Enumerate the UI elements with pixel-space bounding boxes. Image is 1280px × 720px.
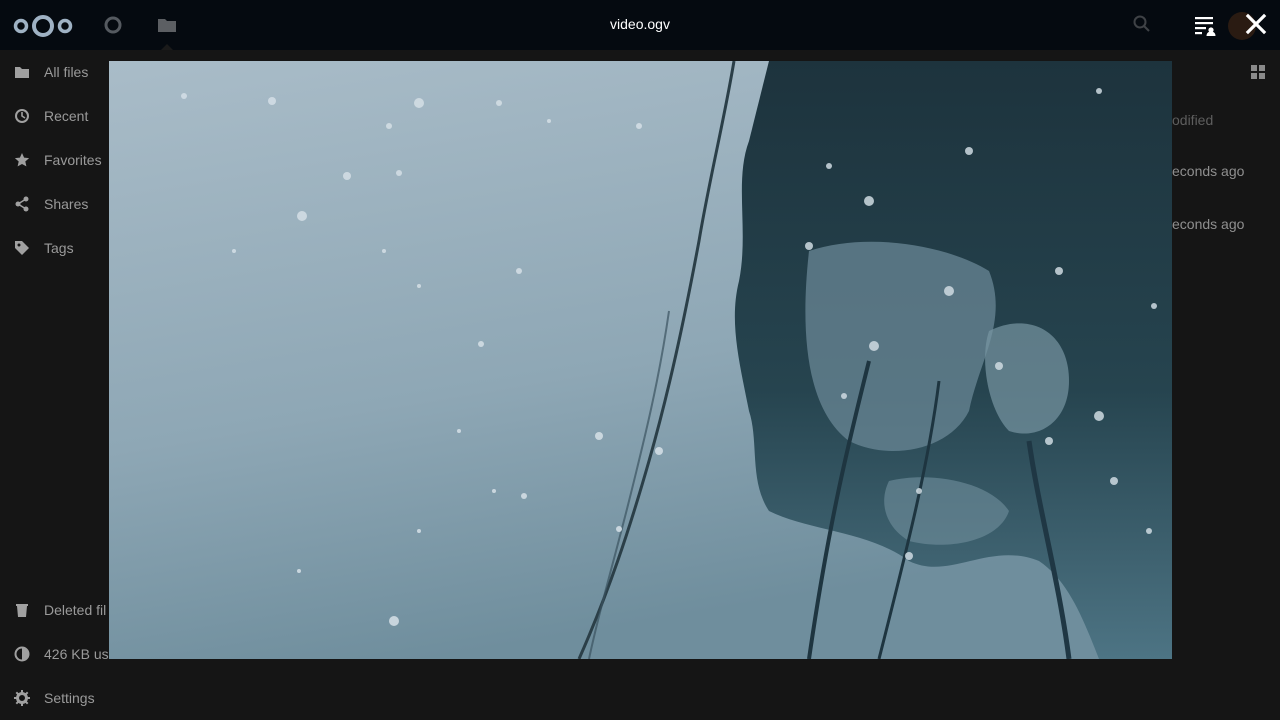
nextcloud-logo[interactable]	[12, 12, 74, 40]
quota-label: 426 KB us	[44, 646, 109, 662]
sidebar-item-label: Tags	[44, 240, 74, 256]
sidebar-item-label: Deleted fil	[44, 602, 107, 618]
files-icon[interactable]	[156, 14, 178, 36]
column-header-modified[interactable]: odified	[1172, 112, 1213, 128]
sidebar-item-label: Recent	[44, 108, 89, 124]
clock-icon	[15, 109, 29, 123]
share-icon	[15, 196, 29, 212]
sidebar-item-label: All files	[44, 64, 89, 80]
sidebar-item-label: Favorites	[44, 152, 102, 168]
folder-icon	[15, 67, 29, 78]
file-row-modified: econds ago	[1172, 163, 1245, 179]
dashboard-icon[interactable]	[102, 14, 124, 36]
star-icon	[14, 153, 30, 167]
active-app-indicator	[161, 44, 173, 50]
gear-icon	[14, 690, 30, 706]
trash-icon	[16, 604, 28, 617]
file-row-modified: econds ago	[1172, 216, 1245, 232]
sidebar-toggle-icon[interactable]	[1192, 12, 1218, 38]
sidebar-item-label: Settings	[44, 690, 95, 706]
pie-chart-icon	[14, 646, 30, 662]
close-icon[interactable]	[1244, 12, 1268, 36]
tag-icon	[15, 241, 29, 255]
sidebar-item-settings[interactable]: Settings	[0, 676, 300, 720]
viewer-header: video.ogv	[0, 0, 1280, 50]
video-player[interactable]	[109, 61, 1172, 659]
video-frame	[109, 61, 1172, 659]
grid-view-icon[interactable]	[1250, 64, 1266, 80]
sidebar-item-label: Shares	[44, 196, 89, 212]
viewer-title: video.ogv	[610, 16, 670, 32]
search-icon[interactable]	[1132, 14, 1152, 34]
